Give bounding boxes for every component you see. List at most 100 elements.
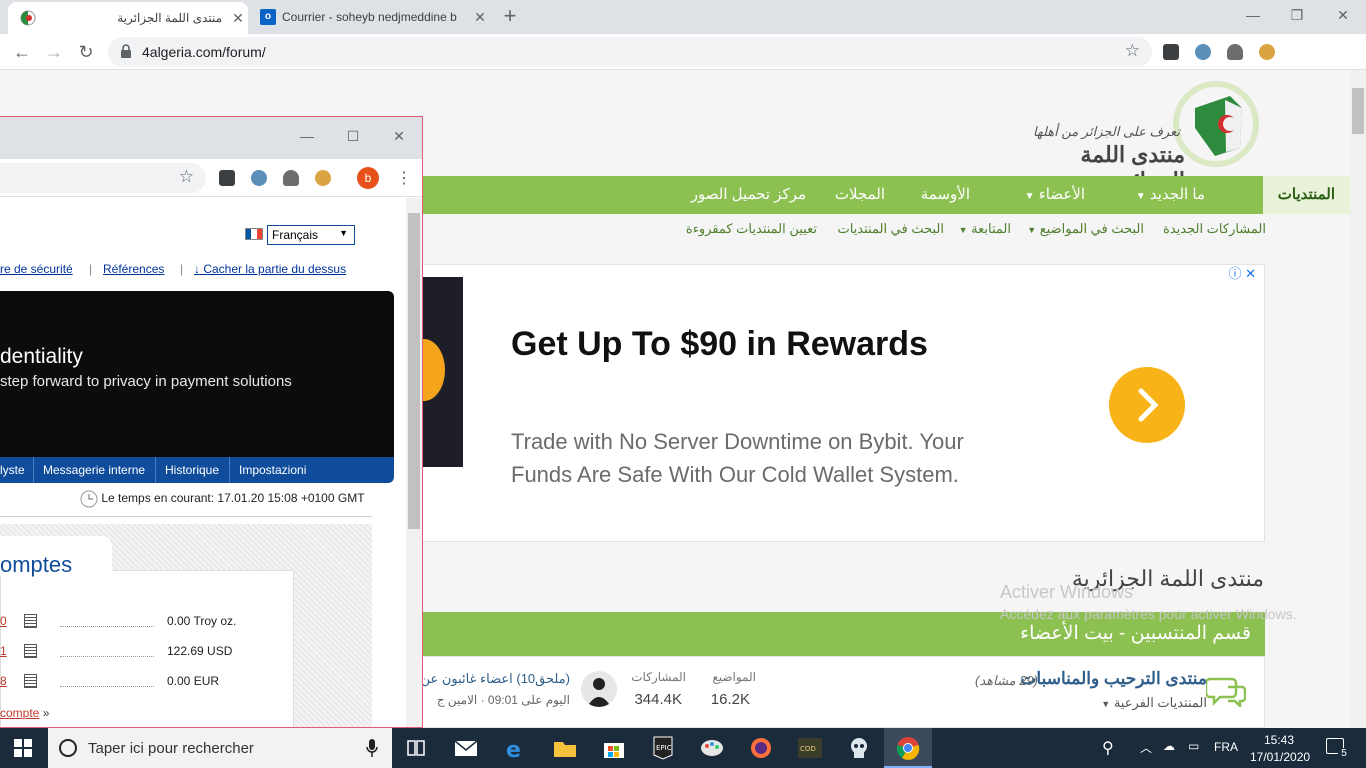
- paint-icon[interactable]: [699, 736, 725, 760]
- spy-extension-icon[interactable]: [283, 170, 299, 186]
- nav-badges[interactable]: الأوسمة: [921, 176, 970, 214]
- references-link[interactable]: Références: [103, 262, 164, 276]
- firefox-icon[interactable]: [748, 736, 774, 760]
- document-icon[interactable]: [24, 644, 37, 658]
- forum-name[interactable]: منتدى الترحيب والمناسبات: [1020, 669, 1207, 689]
- menu-history[interactable]: Historique: [165, 463, 219, 477]
- windows-start-icon[interactable]: [14, 739, 32, 757]
- popup-close-button[interactable]: ✕: [376, 125, 422, 149]
- mail-icon[interactable]: [453, 736, 479, 760]
- ad-cta-button[interactable]: [1109, 367, 1185, 443]
- menu-analyse[interactable]: lyste: [0, 463, 25, 477]
- edge-icon[interactable]: e: [503, 736, 529, 760]
- subnav-search-threads[interactable]: البحث في المواضيع ▼: [1027, 221, 1144, 237]
- tab-forum[interactable]: منتدى اللمة الجزائرية ✕: [8, 2, 248, 34]
- address-bar[interactable]: 4algeria.com/forum/ ☆: [108, 37, 1152, 67]
- chrome-taskbar-button[interactable]: [884, 728, 932, 768]
- task-view-icon[interactable]: [403, 736, 429, 760]
- document-icon[interactable]: [24, 674, 37, 688]
- clock-date[interactable]: 17/01/2020: [1250, 750, 1310, 764]
- menu-settings[interactable]: Impostazioni: [239, 463, 306, 477]
- menu-divider: [33, 457, 34, 483]
- reload-button[interactable]: ↻: [74, 40, 98, 64]
- account-link[interactable]: 0: [0, 614, 7, 628]
- popup-minimize-button[interactable]: —: [284, 125, 330, 149]
- page-scrollbar[interactable]: [1350, 70, 1366, 728]
- subnav-new-posts[interactable]: المشاركات الجديدة: [1163, 221, 1266, 237]
- minimize-button[interactable]: —: [1230, 4, 1276, 28]
- coin-extension-icon[interactable]: [315, 170, 331, 186]
- avatar[interactable]: [581, 671, 617, 707]
- tray-chevron-icon[interactable]: ︿: [1140, 739, 1152, 756]
- page-scrollbar-thumb[interactable]: [1352, 88, 1364, 134]
- language-select[interactable]: Français ▼: [267, 225, 355, 245]
- tab-close-icon[interactable]: ✕: [228, 10, 248, 27]
- back-button[interactable]: ←: [10, 40, 34, 64]
- forum-viewers: (29 مشاهد): [975, 673, 1038, 688]
- dotted-leader: [60, 626, 154, 627]
- people-icon[interactable]: ⚲: [1102, 738, 1114, 758]
- open-account-link[interactable]: compte »: [0, 706, 49, 720]
- nav-members[interactable]: الأعضاء ▼: [1025, 176, 1085, 214]
- store-icon[interactable]: [601, 736, 627, 760]
- divider: [0, 516, 372, 517]
- tab-favicon-icon: [20, 10, 36, 26]
- ad-choices[interactable]: ⓘ ✕: [1228, 263, 1256, 282]
- epic-games-icon[interactable]: EPIC: [650, 736, 676, 760]
- last-post-title[interactable]: (ملحق10) اعضاء غائبون عن: [421, 671, 570, 687]
- popup-address-bar[interactable]: ☆: [0, 163, 206, 193]
- close-window-button[interactable]: ✕: [1320, 4, 1366, 28]
- call-of-duty-icon[interactable]: COD: [797, 736, 823, 760]
- popup-scrollbar-thumb[interactable]: [408, 213, 420, 529]
- subnav-following[interactable]: المتابعة ▼: [959, 221, 1011, 237]
- close-icon[interactable]: ✕: [1245, 266, 1256, 281]
- menu-messaging[interactable]: Messagerie interne: [43, 463, 145, 477]
- nav-image-upload[interactable]: مركز تحميل الصور: [691, 176, 806, 214]
- document-icon[interactable]: [24, 614, 37, 628]
- nav-whats-new[interactable]: ما الجديد ▼: [1136, 176, 1205, 214]
- spy-extension-icon[interactable]: [1227, 44, 1243, 60]
- file-explorer-icon[interactable]: [552, 736, 578, 760]
- menu-kebab-icon[interactable]: ⋮: [396, 168, 412, 188]
- subforums-dropdown[interactable]: المنتديات الفرعية ▼: [1101, 695, 1207, 711]
- advertisement[interactable]: Get Up To $90 in Rewards Trade with No S…: [422, 264, 1265, 542]
- tab-close-icon[interactable]: ✕: [470, 9, 490, 26]
- bookmark-star-icon[interactable]: ☆: [1125, 41, 1140, 61]
- hide-top-link[interactable]: ↓ Cacher la partie du dessus: [194, 262, 346, 276]
- popup-titlebar[interactable]: — ☐ ✕: [0, 117, 422, 159]
- battery-icon[interactable]: ▭: [1188, 739, 1199, 753]
- restore-button[interactable]: ❐: [1274, 4, 1320, 28]
- nav-magazines[interactable]: المجلات: [835, 176, 885, 214]
- link-separator: |: [180, 262, 184, 276]
- onedrive-icon[interactable]: ☁: [1163, 739, 1175, 753]
- account-link[interactable]: 1: [0, 644, 7, 658]
- popup-maximize-button[interactable]: ☐: [330, 125, 376, 149]
- new-tab-button[interactable]: +: [498, 5, 522, 29]
- extension-circle-icon[interactable]: [1195, 44, 1211, 60]
- clock-time[interactable]: 15:43: [1264, 733, 1294, 747]
- download-extension-icon[interactable]: [219, 170, 235, 186]
- site-logo[interactable]: تعرف على الجزائر من أهلها منتدى اللمة ال…: [1010, 78, 1260, 193]
- popup-toolbar: ☆ b ⋮: [0, 159, 422, 197]
- bookmark-star-icon[interactable]: ☆: [179, 167, 194, 187]
- account-link[interactable]: 8: [0, 674, 7, 688]
- microphone-icon[interactable]: [366, 738, 378, 758]
- security-link[interactable]: re de sécurité: [0, 262, 73, 276]
- taskbar-search[interactable]: Taper ici pour rechercher: [48, 728, 392, 768]
- speech-bubbles-icon: [1206, 673, 1246, 707]
- download-extension-icon[interactable]: [1163, 44, 1179, 60]
- browser-toolbar: ← → ↻ 4algeria.com/forum/ ☆ b ⋮: [0, 34, 1366, 97]
- subnav-search-forums[interactable]: البحث في المنتديات: [837, 221, 944, 237]
- posts-value: 344.4K: [634, 691, 682, 708]
- tab-mail[interactable]: o Courrier - soheyb nedjmeddine b ✕: [250, 0, 490, 34]
- popup-window: — ☐ ✕ ☆ b ⋮ Français ▼ re de sécurité | R…: [0, 116, 423, 728]
- nav-forums[interactable]: المنتديات: [1262, 176, 1350, 214]
- profile-avatar[interactable]: b: [357, 167, 379, 189]
- language-indicator[interactable]: FRA: [1214, 740, 1238, 754]
- coin-extension-icon[interactable]: [1259, 44, 1275, 60]
- current-time: Le temps en courant: 17.01.20 15:08 +010…: [80, 490, 365, 508]
- extension-circle-icon[interactable]: [251, 170, 267, 186]
- forward-button[interactable]: →: [42, 40, 66, 64]
- subnav-mark-read[interactable]: تعيين المنتديات كمقروءة: [686, 221, 817, 237]
- game-skull-icon[interactable]: [846, 736, 872, 760]
